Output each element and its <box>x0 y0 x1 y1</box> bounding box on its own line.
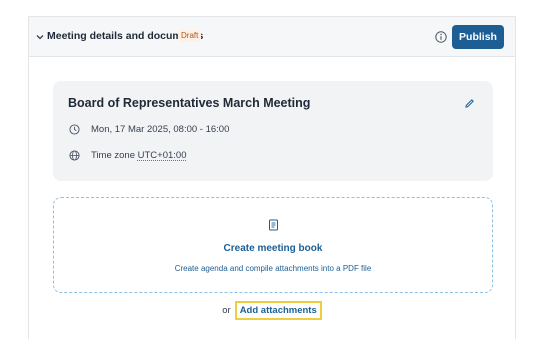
book-icon <box>269 219 278 231</box>
meeting-datetime: Mon, 17 Mar 2025, 08:00 - 16:00 <box>91 124 230 135</box>
pencil-icon[interactable] <box>464 98 475 109</box>
chevron-down-icon[interactable] <box>35 32 45 42</box>
add-attachments-button[interactable]: Add attachments <box>234 301 322 320</box>
timezone-value[interactable]: UTC+01:00 <box>138 150 187 161</box>
create-meeting-book-link[interactable]: Create meeting book <box>54 243 492 254</box>
create-meeting-book-dropzone[interactable]: Create meeting book Create agenda and co… <box>53 197 493 293</box>
timezone-row: Time zone UTC+01:00 <box>91 150 187 161</box>
attachments-row: or Add attachments <box>29 301 515 321</box>
clock-icon <box>69 124 80 135</box>
meeting-title: Board of Representatives March Meeting <box>68 96 311 110</box>
publish-button[interactable]: Publish <box>452 25 504 49</box>
meeting-book-description: Create agenda and compile attachments in… <box>174 264 372 273</box>
or-text: or <box>222 305 231 316</box>
info-icon[interactable] <box>435 31 447 43</box>
status-badge: Draft <box>178 30 202 42</box>
meeting-card: Board of Representatives March Meeting M… <box>53 81 493 181</box>
timezone-label: Time zone <box>91 150 135 161</box>
meeting-details-panel: Meeting details and documents Draft Publ… <box>28 16 516 339</box>
globe-icon <box>69 150 80 161</box>
panel-header[interactable]: Meeting details and documents Draft Publ… <box>29 17 515 57</box>
